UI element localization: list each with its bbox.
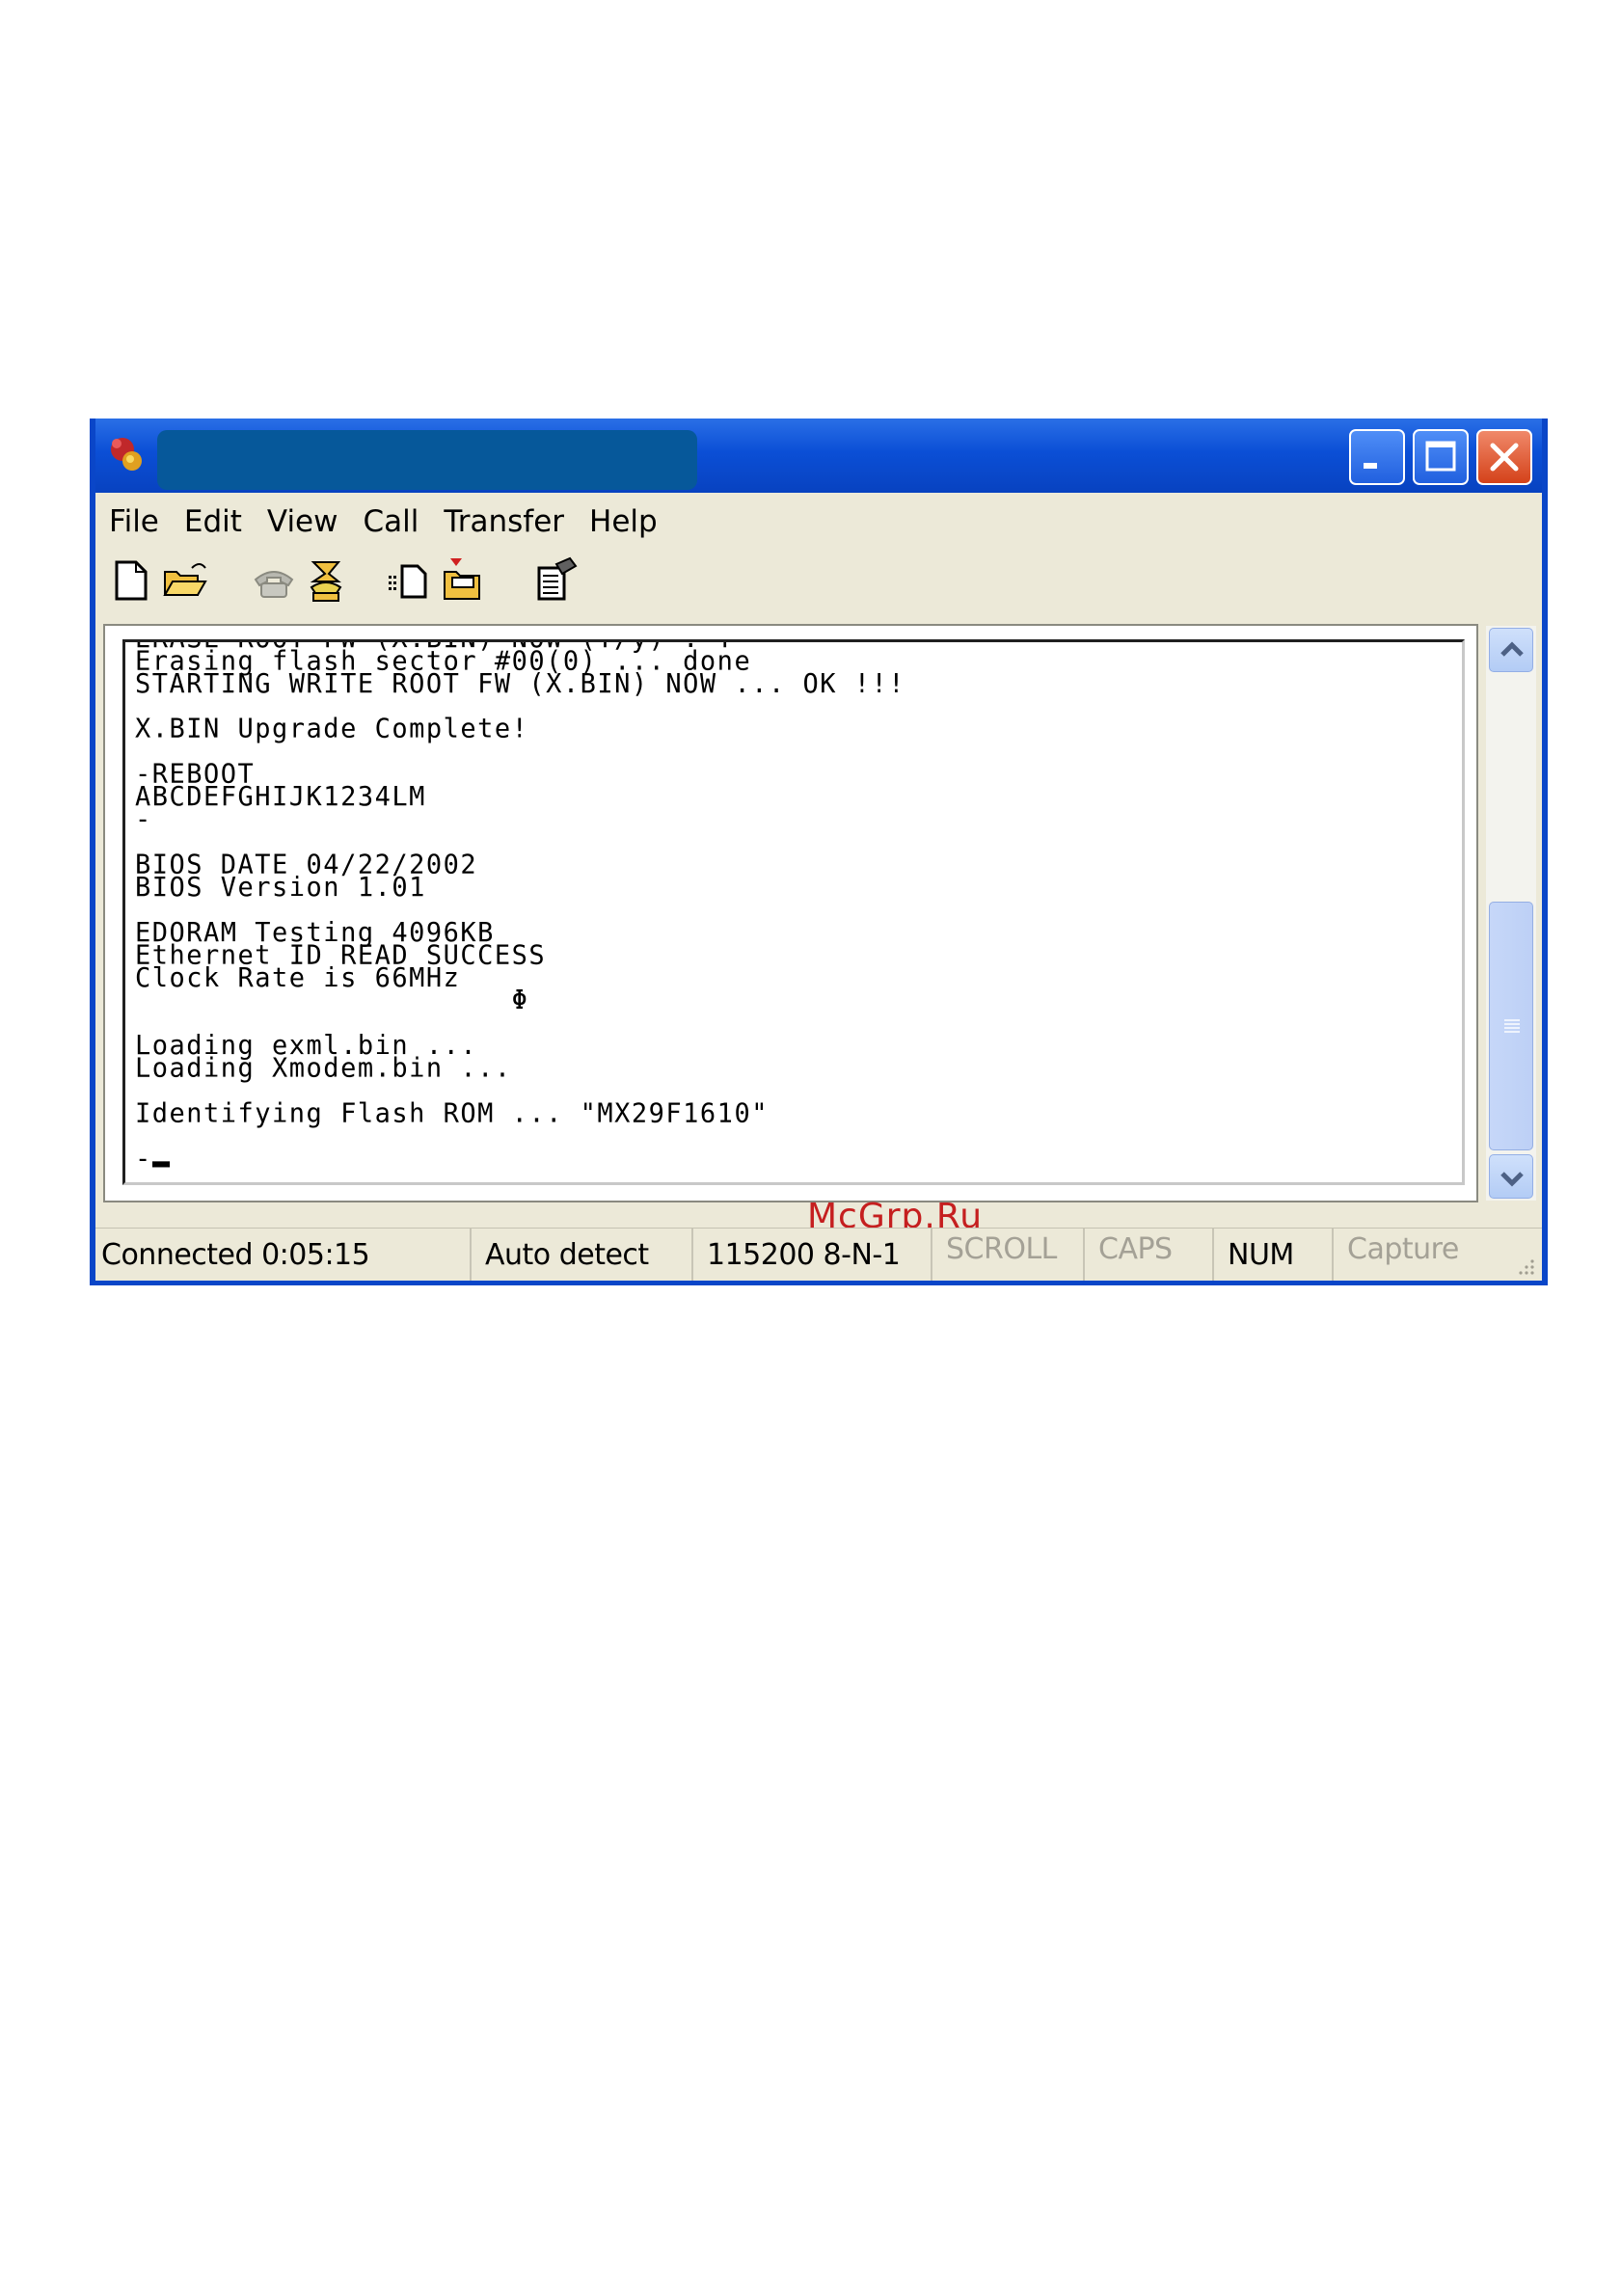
- text-cursor: [151, 1161, 170, 1168]
- minimize-icon: [1364, 463, 1377, 469]
- terminal-line: Loading Xmodem.bin ...: [135, 1053, 512, 1084]
- status-scroll: SCROLL: [932, 1229, 1085, 1281]
- client-area: File Edit View Call Transfer Help Erasin…: [95, 493, 1542, 1281]
- vertical-scrollbar[interactable]: [1486, 626, 1536, 1201]
- status-detect: Auto detect: [472, 1229, 693, 1281]
- close-icon: [1490, 443, 1519, 472]
- status-bar: Connected 0:05:15 Auto detect 115200 8-N…: [95, 1228, 1542, 1281]
- terminal-line: X.BIN Upgrade Complete!: [135, 714, 529, 744]
- status-settings: 115200 8-N-1: [693, 1229, 932, 1281]
- terminal-frame: ERASE ROOT FW (X.BIN) NOW (Y/y) : Y Eras…: [103, 624, 1478, 1202]
- hyperterminal-window: File Edit View Call Transfer Help Erasin…: [90, 419, 1548, 1285]
- terminal-line: -: [135, 804, 152, 835]
- terminal-line: ABCDEFGHIJK1234LM: [135, 781, 426, 813]
- menu-call[interactable]: Call: [364, 504, 419, 539]
- menu-file[interactable]: File: [109, 504, 159, 539]
- receive-icon: [444, 558, 480, 600]
- maximize-icon: [1425, 441, 1456, 472]
- new-icon: [115, 560, 148, 601]
- menu-view[interactable]: View: [267, 504, 338, 539]
- grip-icon: [1504, 1019, 1520, 1033]
- new-button[interactable]: [105, 554, 157, 607]
- terminal-line: -: [135, 1143, 152, 1175]
- scroll-up-button[interactable]: [1489, 628, 1533, 672]
- title-bar[interactable]: [95, 419, 1542, 493]
- chevron-up-icon: [1500, 641, 1524, 657]
- terminal-line: Φ: [135, 985, 529, 1016]
- menu-bar: File Edit View Call Transfer Help: [95, 493, 1542, 551]
- disconnect-button[interactable]: [248, 554, 300, 607]
- window-title: [157, 430, 697, 490]
- status-caps: CAPS: [1085, 1229, 1214, 1281]
- minimize-button[interactable]: [1349, 429, 1405, 485]
- send-icon: [389, 564, 427, 599]
- terminal-line: STARTING WRITE ROOT FW (X.BIN) NOW ... O…: [135, 668, 905, 699]
- status-connection: Connected 0:05:15: [95, 1229, 472, 1281]
- scroll-down-button[interactable]: [1489, 1154, 1533, 1199]
- send-button[interactable]: [385, 554, 437, 607]
- app-icon[interactable]: [103, 432, 148, 476]
- terminal-line: Identifying Flash ROM ... "MX29F1610": [135, 1098, 769, 1129]
- close-button[interactable]: [1476, 429, 1532, 485]
- toolbar: [95, 551, 1542, 616]
- properties-icon: [537, 556, 578, 601]
- terminal-output: ERASE ROOT FW (X.BIN) NOW (Y/y) : Y Eras…: [135, 642, 905, 1173]
- properties-button[interactable]: [531, 554, 583, 607]
- scroll-thumb[interactable]: [1489, 902, 1533, 1150]
- chevron-down-icon: [1500, 1172, 1524, 1187]
- open-icon: [163, 563, 207, 596]
- menu-edit[interactable]: Edit: [184, 504, 242, 539]
- dial-icon: [310, 561, 342, 602]
- menu-help[interactable]: Help: [589, 504, 658, 539]
- maximize-button[interactable]: [1413, 429, 1469, 485]
- resize-grip-icon[interactable]: [1515, 1256, 1536, 1277]
- menu-transfer[interactable]: Transfer: [444, 504, 564, 539]
- dial-button[interactable]: [300, 554, 352, 607]
- open-button[interactable]: [159, 554, 211, 607]
- terminal-line: BIOS Version 1.01: [135, 872, 426, 904]
- disconnect-icon: [254, 571, 294, 598]
- terminal-screen[interactable]: ERASE ROOT FW (X.BIN) NOW (Y/y) : Y Eras…: [122, 639, 1465, 1185]
- status-capture: Capture: [1347, 1232, 1459, 1266]
- receive-button[interactable]: [437, 554, 489, 607]
- status-num: NUM: [1214, 1229, 1334, 1281]
